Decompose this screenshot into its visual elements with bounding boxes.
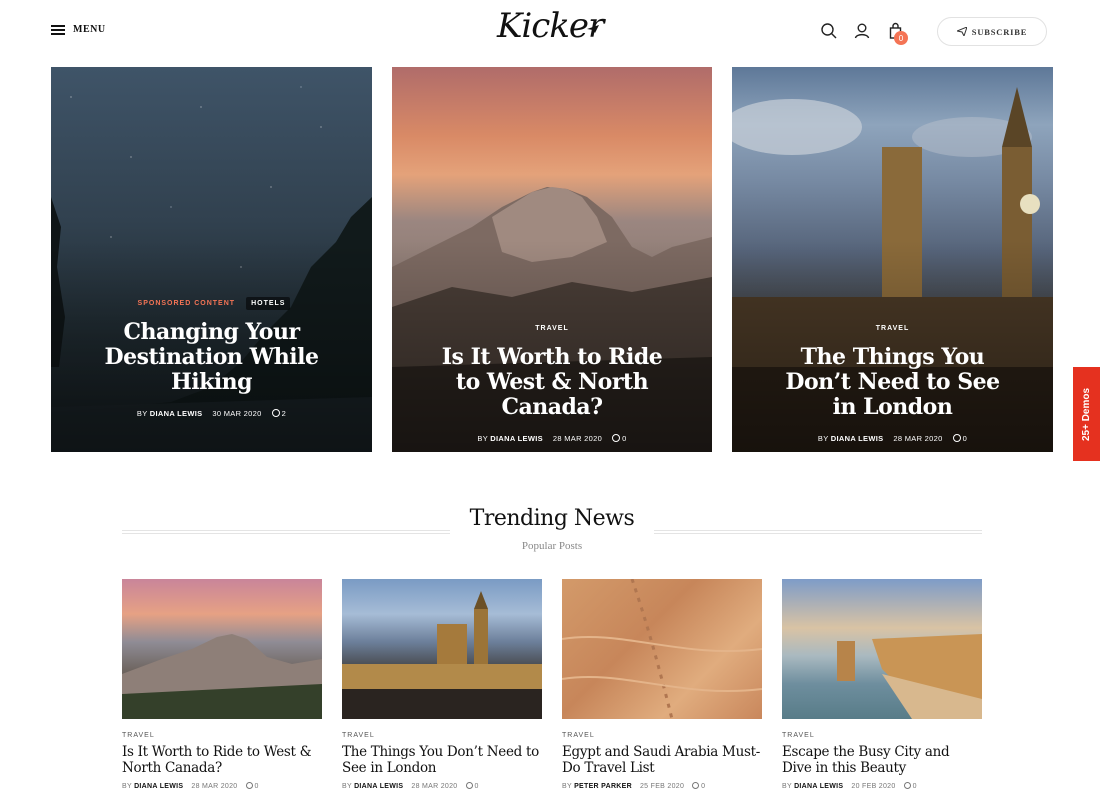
section-subtitle: Popular Posts (521, 540, 583, 552)
post-date: 28 MAR 2020 (552, 434, 603, 443)
subscribe-label: SUBSCRIBE (971, 26, 1028, 37)
search-icon[interactable] (820, 22, 838, 40)
post-meta: BY PETER PARKER 25 FEB 2020 0 (562, 782, 762, 790)
site-header: MENU Kicker 0 SUBSCRIBE (0, 0, 1100, 64)
paper-plane-icon (956, 27, 967, 36)
menu-button[interactable]: MENU (51, 24, 106, 35)
post-title[interactable]: Escape the Busy City and Dive in this Be… (782, 744, 982, 776)
site-logo[interactable]: Kicker (497, 4, 604, 58)
post-category[interactable]: TRAVEL (562, 732, 762, 739)
comment-icon (612, 434, 621, 442)
post-meta: BY DIANA LEWIS 30 MAR 2020 2 (51, 409, 372, 418)
post-comments[interactable]: 0 (692, 782, 705, 790)
hero-post-card[interactable]: TRAVEL The Things You Don’t Need to See … (732, 67, 1053, 452)
post-meta: BY DIANA LEWIS 28 MAR 2020 0 (342, 782, 542, 790)
post-author[interactable]: BY DIANA LEWIS (137, 409, 202, 418)
post-meta: BY DIANA LEWIS 28 MAR 2020 0 (732, 434, 1053, 443)
thumbnail-mountain (122, 634, 322, 719)
post-date: 30 MAR 2020 (212, 409, 262, 418)
comment-icon (465, 782, 473, 789)
hero-post-card[interactable]: SPONSORED CONTENT HOTELS Changing Your D… (51, 67, 372, 452)
hero-categories: TRAVEL (392, 322, 712, 335)
comment-icon (903, 782, 911, 789)
category-tag-hotels[interactable]: HOTELS (246, 297, 291, 310)
post-author[interactable]: BY DIANA LEWIS (782, 783, 843, 790)
post-thumbnail[interactable] (342, 579, 542, 719)
post-meta: BY DIANA LEWIS 28 MAR 2020 0 (122, 782, 322, 790)
post-thumbnail[interactable] (782, 579, 982, 719)
thumbnail-coast (837, 634, 982, 719)
post-title[interactable]: Is It Worth to Ride to West & North Cana… (122, 744, 322, 776)
post-author[interactable]: BY DIANA LEWIS (477, 434, 542, 443)
post-comments[interactable]: 2 (271, 409, 286, 418)
post-title[interactable]: Egypt and Saudi Arabia Must-Do Travel Li… (562, 744, 762, 776)
post-title[interactable]: The Things You Don’t Need to See in Lond… (342, 744, 542, 776)
trending-post-card[interactable]: TRAVEL Escape the Busy City and Dive in … (782, 579, 982, 790)
subscribe-button[interactable]: SUBSCRIBE (937, 17, 1047, 46)
post-comments[interactable]: 0 (952, 434, 967, 443)
post-category[interactable]: TRAVEL (122, 732, 322, 739)
hero-content: TRAVEL Is It Worth to Ride to West & Nor… (392, 322, 712, 443)
hero-content: SPONSORED CONTENT HOTELS Changing Your D… (51, 297, 372, 418)
menu-label: MENU (73, 24, 106, 35)
section-divider (654, 530, 982, 534)
post-date: 28 MAR 2020 (191, 782, 238, 790)
demos-side-tab[interactable]: 25+ Demos (1073, 367, 1100, 461)
post-author[interactable]: BY PETER PARKER (562, 783, 632, 790)
demos-tab-label: 25+ Demos (1081, 387, 1092, 441)
post-comments[interactable]: 0 (612, 434, 626, 443)
post-category[interactable]: TRAVEL (342, 732, 542, 739)
post-date: 25 FEB 2020 (639, 782, 685, 790)
post-author[interactable]: BY DIANA LEWIS (122, 783, 183, 790)
post-date: 28 MAR 2020 (411, 782, 458, 790)
comment-icon (271, 409, 280, 417)
hero-post-title[interactable]: Is It Worth to Ride to West & North Cana… (392, 345, 712, 420)
thumbnail-desert (562, 579, 762, 719)
post-meta: BY DIANA LEWIS 28 MAR 2020 0 (392, 434, 712, 443)
post-date: 28 MAR 2020 (893, 434, 943, 443)
post-author[interactable]: BY DIANA LEWIS (818, 434, 883, 443)
category-tag-sponsored[interactable]: SPONSORED CONTENT (133, 297, 241, 310)
comment-icon (692, 782, 700, 789)
trending-post-card[interactable]: TRAVEL Egypt and Saudi Arabia Must-Do Tr… (562, 579, 762, 790)
post-category[interactable]: TRAVEL (782, 732, 982, 739)
hero-categories: TRAVEL (732, 322, 1053, 335)
hero-post-title[interactable]: The Things You Don’t Need to See in Lond… (732, 345, 1053, 420)
trending-post-card[interactable]: TRAVEL The Things You Don’t Need to See … (342, 579, 542, 790)
section-divider (122, 530, 450, 534)
section-title: Trending News (469, 506, 635, 531)
plane-logo-icon (587, 25, 599, 33)
post-thumbnail[interactable] (562, 579, 762, 719)
post-author[interactable]: BY DIANA LEWIS (342, 783, 403, 790)
cart-count-badge: 0 (894, 31, 908, 45)
menu-icon (51, 24, 65, 35)
hero-categories: SPONSORED CONTENT HOTELS (51, 297, 372, 310)
post-comments[interactable]: 0 (245, 782, 259, 790)
comment-icon (952, 434, 961, 442)
post-comments[interactable]: 0 (465, 782, 479, 790)
category-tag-travel[interactable]: TRAVEL (871, 322, 914, 335)
post-meta: BY DIANA LEWIS 20 FEB 2020 0 (782, 782, 982, 790)
hero-post-title[interactable]: Changing Your Destination While Hiking (51, 320, 372, 395)
trending-post-card[interactable]: TRAVEL Is It Worth to Ride to West & Nor… (122, 579, 322, 790)
category-tag-travel[interactable]: TRAVEL (530, 322, 573, 335)
post-date: 20 FEB 2020 (851, 782, 896, 790)
comment-icon (245, 782, 253, 789)
hero-post-card[interactable]: TRAVEL Is It Worth to Ride to West & Nor… (392, 67, 712, 452)
post-thumbnail[interactable] (122, 579, 322, 719)
hero-content: TRAVEL The Things You Don’t Need to See … (732, 322, 1053, 443)
thumbnail-london (342, 591, 542, 719)
post-comments[interactable]: 0 (903, 782, 917, 790)
user-icon[interactable] (853, 22, 871, 40)
